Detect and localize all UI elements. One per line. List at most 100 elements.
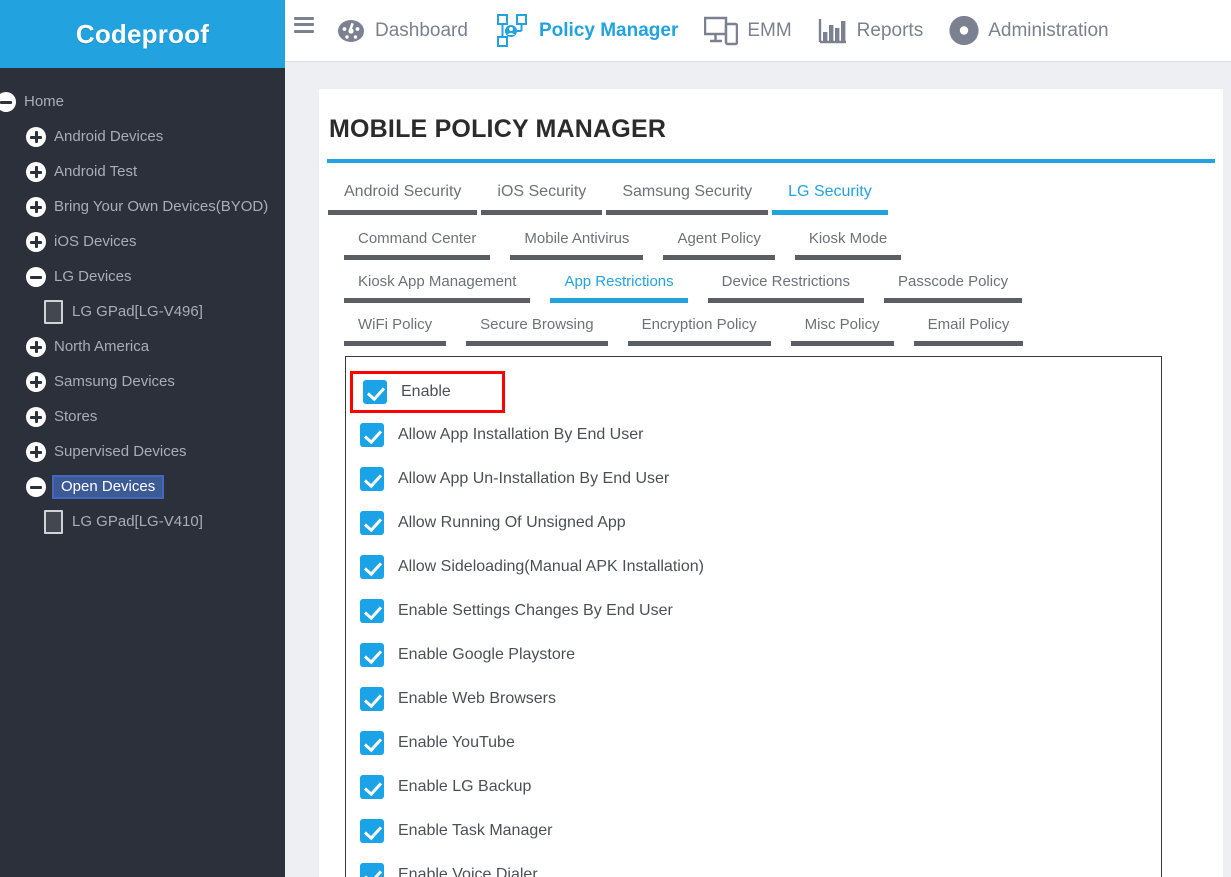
devices-icon — [704, 16, 739, 45]
option-row[interactable]: Enable Web Browsers — [346, 677, 1161, 721]
tree-item-north-america[interactable]: North America — [0, 329, 285, 364]
tree-item-android-test[interactable]: Android Test — [0, 154, 285, 189]
tab-lg-security[interactable]: LG Security — [772, 177, 888, 215]
tree-item-lg-gpad-lg-v496[interactable]: LG GPad[LG-V496] — [0, 294, 285, 329]
subtab-email-policy[interactable]: Email Policy — [913, 311, 1024, 346]
app-restrictions-panel: Enable Allow App Installation By End User… — [345, 356, 1162, 877]
option-row[interactable]: Enable LG Backup — [346, 765, 1161, 809]
tree-item-home[interactable]: Home — [0, 84, 285, 119]
option-row[interactable]: Allow App Installation By End User — [346, 413, 1161, 457]
nav-item-reports[interactable]: Reports — [818, 0, 923, 62]
subtab-kiosk-mode[interactable]: Kiosk Mode — [794, 225, 902, 260]
expand-plus-icon[interactable] — [26, 406, 46, 427]
tab-samsung-security[interactable]: Samsung Security — [606, 177, 769, 215]
nav-item-policy-manager[interactable]: Policy Manager — [494, 0, 678, 62]
subtab-device-restrictions[interactable]: Device Restrictions — [707, 268, 865, 303]
tree-item-label: Bring Your Own Devices(BYOD) — [54, 198, 269, 215]
checkbox-checked-icon[interactable] — [360, 643, 384, 667]
tree-item-bring-your-own-devices-byod[interactable]: Bring Your Own Devices(BYOD) — [0, 189, 285, 224]
nav-item-emm[interactable]: EMM — [704, 0, 792, 62]
checkbox-checked-icon[interactable] — [360, 599, 384, 623]
nav-item-label: EMM — [747, 20, 792, 41]
checkbox-checked-icon[interactable] — [360, 687, 384, 711]
brand-logo[interactable]: Codeproof — [0, 0, 285, 68]
checkbox-checked-icon[interactable] — [360, 555, 384, 579]
tree-item-open-devices[interactable]: Open Devices — [0, 469, 285, 504]
tab-ios-security[interactable]: iOS Security — [481, 177, 603, 215]
tree-item-label: Samsung Devices — [54, 373, 175, 390]
option-row[interactable]: Enable Voice Dialer — [346, 853, 1161, 877]
option-row[interactable]: Allow App Un-Installation By End User — [346, 457, 1161, 501]
gear-icon — [949, 16, 979, 45]
title-underline — [327, 159, 1215, 163]
tree-item-supervised-devices[interactable]: Supervised Devices — [0, 434, 285, 469]
subtab-agent-policy[interactable]: Agent Policy — [663, 225, 775, 260]
subtab-mobile-antivirus[interactable]: Mobile Antivirus — [510, 225, 644, 260]
collapse-minus-icon[interactable] — [26, 266, 46, 287]
option-row[interactable]: Enable Google Playstore — [346, 633, 1161, 677]
dashboard-gauge-icon — [336, 18, 366, 44]
option-label: Enable LG Backup — [398, 778, 532, 795]
option-row[interactable]: Enable Task Manager — [346, 809, 1161, 853]
tablet-device-icon — [44, 299, 63, 324]
tree-item-android-devices[interactable]: Android Devices — [0, 119, 285, 154]
subtab-secure-browsing[interactable]: Secure Browsing — [466, 311, 608, 346]
tree-item-label: Android Devices — [54, 128, 164, 145]
subtab-command-center[interactable]: Command Center — [344, 225, 491, 260]
checkbox-checked-icon[interactable] — [363, 380, 387, 404]
subtab-kiosk-app-management[interactable]: Kiosk App Management — [344, 268, 531, 303]
gear-icon — [949, 16, 979, 45]
page-title: MOBILE POLICY MANAGER — [329, 115, 667, 143]
expand-plus-icon[interactable] — [26, 231, 46, 252]
tree-item-label: Open Devices — [52, 474, 165, 499]
checkbox-checked-icon[interactable] — [360, 467, 384, 491]
subtab-encryption-policy[interactable]: Encryption Policy — [627, 311, 771, 346]
nav-item-label: Dashboard — [375, 20, 468, 41]
collapse-minus-icon[interactable] — [0, 91, 16, 112]
tree-item-lg-gpad-lg-v410[interactable]: LG GPad[LG-V410] — [0, 504, 285, 539]
tree-item-label: LG Devices — [54, 268, 132, 285]
checkbox-checked-icon[interactable] — [360, 819, 384, 843]
expand-plus-icon[interactable] — [26, 161, 46, 182]
checkbox-checked-icon[interactable] — [360, 775, 384, 799]
tree-item-lg-devices[interactable]: LG Devices — [0, 259, 285, 294]
tree-item-ios-devices[interactable]: iOS Devices — [0, 224, 285, 259]
tree-item-samsung-devices[interactable]: Samsung Devices — [0, 364, 285, 399]
option-row[interactable]: Allow Running Of Unsigned App — [346, 501, 1161, 545]
subtab-misc-policy[interactable]: Misc Policy — [790, 311, 894, 346]
app-root: Codeproof Home Android Devices Android Tes… — [0, 0, 1231, 877]
nav-item-administration[interactable]: Administration — [949, 0, 1109, 62]
expand-plus-icon[interactable] — [26, 371, 46, 392]
collapse-minus-icon[interactable] — [26, 476, 46, 497]
nav-item-dashboard[interactable]: Dashboard — [336, 0, 468, 62]
expand-plus-icon[interactable] — [26, 126, 46, 147]
subtab-app-restrictions[interactable]: App Restrictions — [550, 268, 688, 303]
subtab-passcode-policy[interactable]: Passcode Policy — [884, 268, 1023, 303]
option-label: Allow Running Of Unsigned App — [398, 514, 626, 531]
subtab-wifi-policy[interactable]: WiFi Policy — [344, 311, 447, 346]
brand-name: Codeproof — [75, 18, 210, 49]
expand-plus-icon[interactable] — [26, 336, 46, 357]
expand-plus-icon[interactable] — [26, 441, 46, 462]
tree-item-label: iOS Devices — [54, 233, 137, 250]
checkbox-checked-icon[interactable] — [360, 511, 384, 535]
policy-network-icon — [494, 13, 530, 48]
tablet-device-icon — [44, 509, 63, 534]
checkbox-checked-icon[interactable] — [360, 423, 384, 447]
bar-chart-icon — [818, 18, 848, 44]
tree-item-stores[interactable]: Stores — [0, 399, 285, 434]
option-row[interactable]: Enable YouTube — [346, 721, 1161, 765]
expand-plus-icon[interactable] — [26, 196, 46, 217]
primary-tab-bar: Android Security iOS Security Samsung Secu… — [328, 177, 1223, 215]
tab-android-security[interactable]: Android Security — [328, 177, 478, 215]
option-row[interactable]: Enable — [350, 371, 505, 413]
option-label: Enable Google Playstore — [398, 646, 575, 663]
checkbox-checked-icon[interactable] — [360, 731, 384, 755]
option-row[interactable]: Allow Sideloading(Manual APK Installatio… — [346, 545, 1161, 589]
option-label: Enable Settings Changes By End User — [398, 602, 673, 619]
option-row[interactable]: Enable Settings Changes By End User — [346, 589, 1161, 633]
hamburger-icon[interactable] — [294, 16, 314, 33]
option-label: Allow Sideloading(Manual APK Installatio… — [398, 558, 704, 575]
nav-item-label: Policy Manager — [538, 20, 679, 41]
checkbox-checked-icon[interactable] — [360, 863, 384, 877]
